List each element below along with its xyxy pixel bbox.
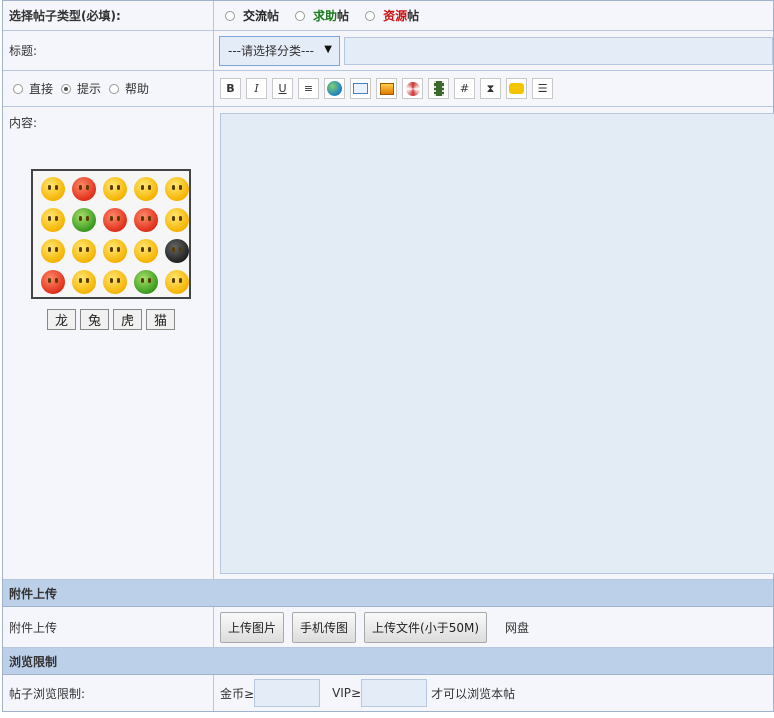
gold-label: 金币≥ [220, 686, 255, 701]
title-label: 标题: [3, 31, 214, 70]
post-form: 选择帖子类型(必填): 交流帖 求助帖 资源帖 标题: ---请选择分类--- … [2, 0, 774, 712]
browse-limit-row: 帖子浏览限制: 金币≥ VIP≥ 才可以浏览本帖 [3, 675, 773, 711]
globe-icon[interactable] [324, 78, 345, 99]
upload-image-button[interactable]: 上传图片 [220, 611, 285, 643]
radio-icon[interactable] [295, 10, 306, 21]
post-type-option-resource[interactable]: 资源帖 [365, 7, 419, 24]
radio-icon[interactable] [13, 83, 23, 94]
upload-file-button[interactable]: 上传文件(小于50M) [364, 611, 488, 643]
emoticon-tabs: 龙 兔 虎 猫 [47, 309, 175, 330]
emoticon-tab[interactable]: 虎 [113, 309, 142, 330]
title-input[interactable] [344, 36, 773, 65]
code-icon[interactable]: # [454, 78, 475, 99]
film-icon[interactable] [428, 78, 449, 99]
format-toolbar: B I U ≡ # ⧗ ☰ [215, 71, 773, 106]
emoticon-black-icon[interactable] [165, 239, 189, 263]
emoticon-pig-icon[interactable] [72, 177, 96, 201]
underline-icon[interactable]: U [272, 78, 293, 99]
emoticon-tab[interactable]: 兔 [80, 309, 109, 330]
emoticon-tab[interactable]: 龙 [47, 309, 76, 330]
post-type-row: 选择帖子类型(必填): 交流帖 求助帖 资源帖 [3, 1, 773, 31]
emoticon-victory-icon[interactable] [41, 177, 65, 201]
emoticon-rage-icon[interactable] [134, 208, 158, 232]
mode-option-direct[interactable]: 直接 [13, 80, 53, 97]
timer-icon[interactable]: ⧗ [480, 78, 501, 99]
bold-icon[interactable]: B [220, 78, 241, 99]
emoticon-panel [31, 169, 191, 299]
browse-limit-section-header: 浏览限制 [3, 648, 773, 675]
gold-input[interactable] [254, 679, 321, 707]
align-center-icon[interactable]: ≡ [298, 78, 319, 99]
emoticon-turtle-icon[interactable] [72, 208, 96, 232]
emoticon-tab[interactable]: 猫 [146, 309, 175, 330]
post-type-option-exchange[interactable]: 交流帖 [225, 7, 279, 24]
emoticon-love-icon[interactable] [41, 270, 65, 294]
emoticon-shocked-icon[interactable] [72, 239, 96, 263]
emoticon-dizzy-icon[interactable] [41, 239, 65, 263]
mode-options: 直接 提示 帮助 [3, 71, 214, 106]
mobile-upload-button[interactable]: 手机传图 [292, 611, 357, 643]
category-select-value: ---请选择分类--- [228, 44, 314, 58]
emoticon-angry-icon[interactable] [103, 208, 127, 232]
radio-icon[interactable] [109, 83, 120, 94]
attachments-label: 附件上传 [3, 607, 214, 647]
vip-input[interactable] [361, 679, 428, 707]
emoticon-frog-icon[interactable] [134, 270, 158, 294]
title-row: 标题: ---请选择分类--- ▼ [3, 31, 773, 71]
email-icon[interactable] [350, 78, 371, 99]
category-select[interactable]: ---请选择分类--- ▼ [219, 35, 340, 66]
flash-icon[interactable] [402, 78, 423, 99]
list-icon[interactable]: ☰ [532, 78, 553, 99]
editor-toolbar-row: 直接 提示 帮助 B I U ≡ # ⧗ ☰ [3, 71, 773, 107]
chevron-down-icon: ▼ [324, 43, 332, 55]
emoticon-shush-icon[interactable] [103, 177, 127, 201]
emoticon-cry-icon[interactable] [134, 239, 158, 263]
cloud-disk-link[interactable]: 网盘 [505, 619, 529, 636]
emoticon-wink-icon[interactable] [103, 239, 127, 263]
italic-icon[interactable]: I [246, 78, 267, 99]
post-type-options: 交流帖 求助帖 资源帖 [215, 1, 773, 30]
emoticon-grin-icon[interactable] [165, 177, 189, 201]
emoticon-cool-icon[interactable] [72, 270, 96, 294]
image-icon[interactable] [376, 78, 397, 99]
emoticon-sad-icon[interactable] [134, 177, 158, 201]
emoticon-happy-icon[interactable] [165, 208, 189, 232]
post-type-option-help[interactable]: 求助帖 [295, 7, 349, 24]
mode-option-hint[interactable]: 提示 [61, 80, 101, 97]
content-editor[interactable] [220, 113, 774, 574]
attachments-row: 附件上传 上传图片 手机传图 上传文件(小于50M) 网盘 [3, 607, 773, 648]
post-type-label: 选择帖子类型(必填): [3, 1, 214, 30]
vip-label: VIP≥ [332, 686, 362, 700]
emoticon-grin2-icon[interactable] [103, 270, 127, 294]
radio-icon[interactable] [225, 10, 235, 21]
radio-icon[interactable] [365, 10, 376, 21]
browse-limit-label: 帖子浏览限制: [3, 675, 214, 711]
quote-icon[interactable] [506, 78, 527, 99]
radio-selected-icon[interactable] [61, 83, 72, 94]
attachments-section-header: 附件上传 [3, 580, 773, 607]
browse-limit-suffix: 才可以浏览本帖 [431, 686, 516, 701]
mode-option-help[interactable]: 帮助 [109, 80, 149, 97]
emoticon-handshake-icon[interactable] [165, 270, 189, 294]
emoticon-smile-icon[interactable] [41, 208, 65, 232]
